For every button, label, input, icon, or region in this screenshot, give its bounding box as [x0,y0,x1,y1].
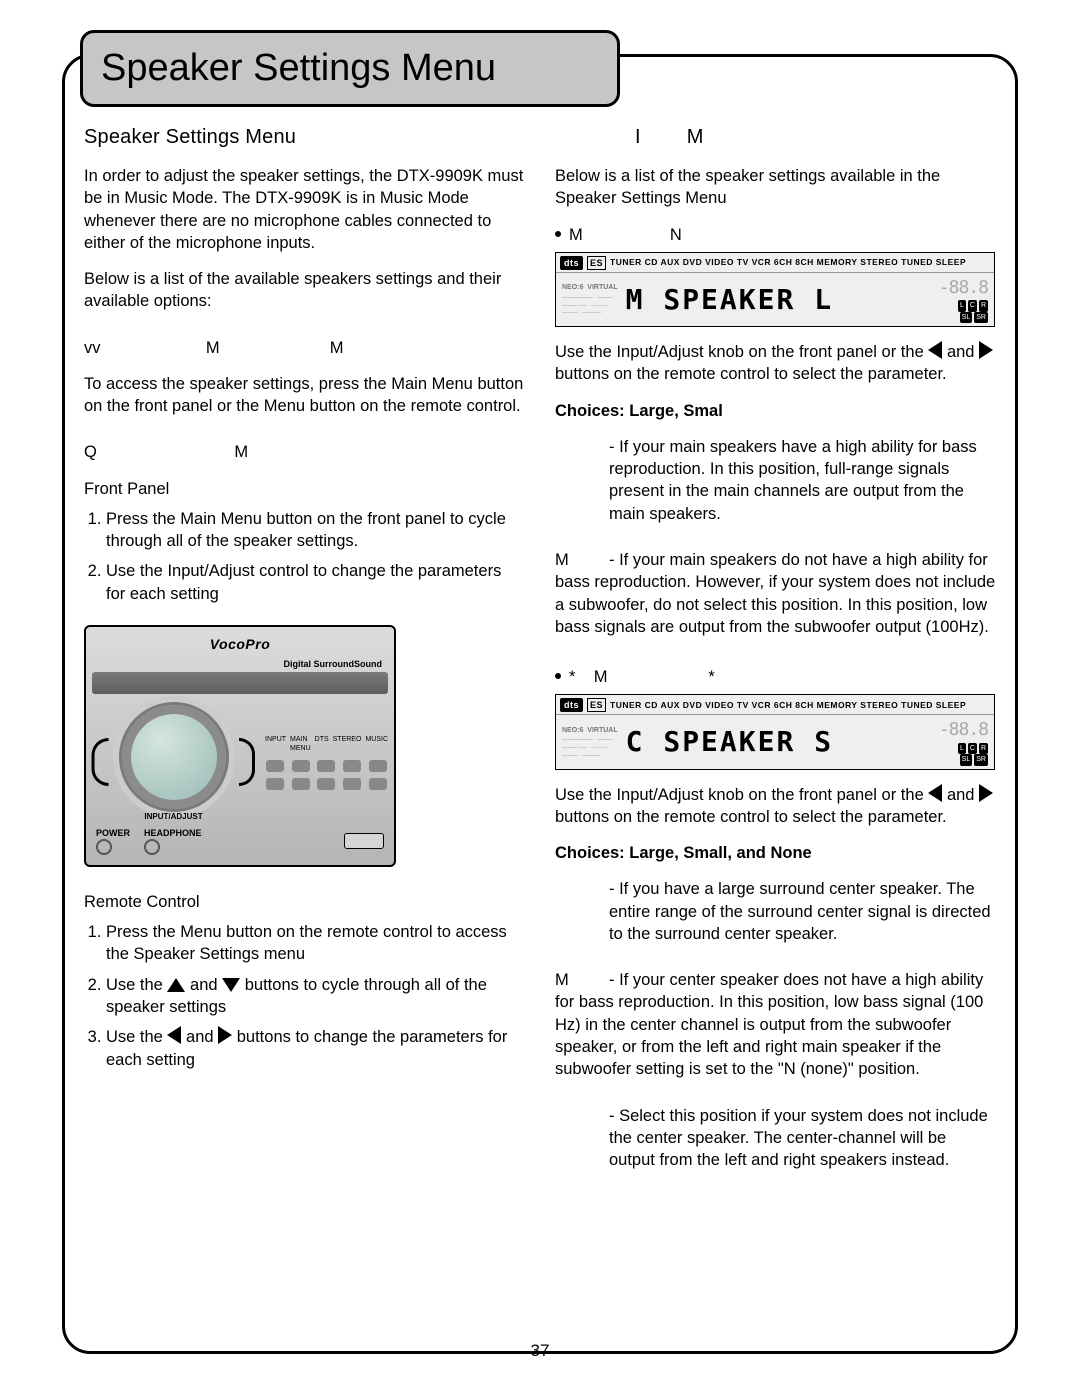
front-panel-steps: Press the Main Menu button on the front … [84,508,525,605]
choices-1: Choices: Large, Smal [555,400,996,422]
small-desc-2: M- If your center speaker does not have … [555,969,996,1080]
intro-para-2: Below is a list of the available speaker… [84,268,525,313]
right-triangle-icon [218,1026,232,1044]
item-2-heading: * M * [555,666,996,688]
device-panel-illustration: VocoPro Digital SurroundSound INPUT/ADJU… [84,625,396,867]
channel-badges: LCR [939,300,988,311]
down-triangle-icon [222,978,240,992]
dss-label: Digital SurroundSound [92,658,388,670]
slot-icon [344,833,384,849]
right-intro: Below is a list of the speaker settings … [555,165,996,210]
remote-control-label: Remote Control [84,891,525,913]
lcd-display-1: dts ES TUNER CD AUX DVD VIDEO TV VCR 6CH… [555,252,995,327]
up-triangle-icon [167,978,185,992]
button-row-2 [265,778,388,790]
arrow-arc-right-icon [239,738,256,786]
left-subheading: Speaker Settings Menu [84,124,525,151]
intro-para-1: In order to adjust the speaker settings,… [84,165,525,254]
rc-step-3: Use the and buttons to change the parame… [106,1026,525,1071]
use-para-1: Use the Input/Adjust knob on the front p… [555,341,996,386]
fp-step-2: Use the Input/Adjust control to change t… [106,560,525,605]
right-subheading: I M [635,124,996,151]
left-triangle-icon [928,784,942,802]
es-logo-icon: ES [587,256,606,270]
bullet-icon [555,231,561,237]
display-text-2: C SPEAKER S [626,723,931,761]
right-column: I M Below is a list of the speaker setti… [555,124,996,1171]
access-para: To access the speaker settings, press th… [84,373,525,418]
mode-indicators: NEO:6 VIRTUAL ________ ____ ____ __ __ _… [562,727,618,758]
right-triangle-icon [979,784,993,802]
mode-indicators: NEO:6 VIRTUAL ________ ____ ____ __ __ _… [562,284,618,315]
button-row [265,760,388,772]
remote-control-steps: Press the Menu button on the remote cont… [84,921,525,1071]
front-panel-label: Front Panel [84,478,525,500]
dts-logo-icon: dts [560,698,583,712]
power-group: POWER [96,827,130,855]
right-triangle-icon [979,341,993,359]
display-text-1: M SPEAKER L [626,281,931,319]
mm-line: vv M M [84,337,525,359]
large-desc-1: - If your main speakers have a high abil… [555,436,996,525]
none-desc-2: - Select this position if your system do… [555,1105,996,1172]
channel-badges-2: SLSR [939,312,988,323]
button-labels: INPUTMAIN MENUDTSSTEREOMUSIC [265,735,388,754]
arrow-arc-left-icon [92,738,109,786]
left-triangle-icon [928,341,942,359]
bullet-icon [555,673,561,679]
left-column: Speaker Settings Menu In order to adjust… [84,124,525,1171]
dts-logo-icon: dts [560,256,583,270]
input-adjust-knob [119,702,229,812]
level-readout: -88.8 [939,718,988,742]
rc-step-2: Use the and buttons to cycle through all… [106,974,525,1019]
item-1-heading: M N [555,224,996,246]
use-para-2: Use the Input/Adjust knob on the front p… [555,784,996,829]
lcd-display-2: dts ES TUNER CD AUX DVD VIDEO TV VCR 6CH… [555,694,995,769]
left-triangle-icon [167,1026,181,1044]
small-desc-1: M- If your main speakers do not have a h… [555,549,996,638]
level-readout: -88.8 [939,276,988,300]
large-desc-2: - If you have a large surround center sp… [555,878,996,945]
knob-label: INPUT/ADJUST [119,812,229,823]
source-list: TUNER CD AUX DVD VIDEO TV VCR 6CH 8CH ME… [610,257,966,268]
rc-step-1: Press the Menu button on the remote cont… [106,921,525,966]
content-area: Speaker Settings Menu In order to adjust… [62,124,1018,1171]
display-strip [92,672,388,694]
fp-step-1: Press the Main Menu button on the front … [106,508,525,553]
page-number: 37 [0,1340,1080,1363]
page-title-tab: Speaker Settings Menu [80,30,620,107]
source-list: TUNER CD AUX DVD VIDEO TV VCR 6CH 8CH ME… [610,700,966,711]
es-logo-icon: ES [587,698,606,712]
headphone-group: HEADPHONE [144,827,202,855]
qm-line: Q M [84,441,525,463]
device-logo: VocoPro [92,635,388,654]
choices-2: Choices: Large, Small, and None [555,842,996,864]
